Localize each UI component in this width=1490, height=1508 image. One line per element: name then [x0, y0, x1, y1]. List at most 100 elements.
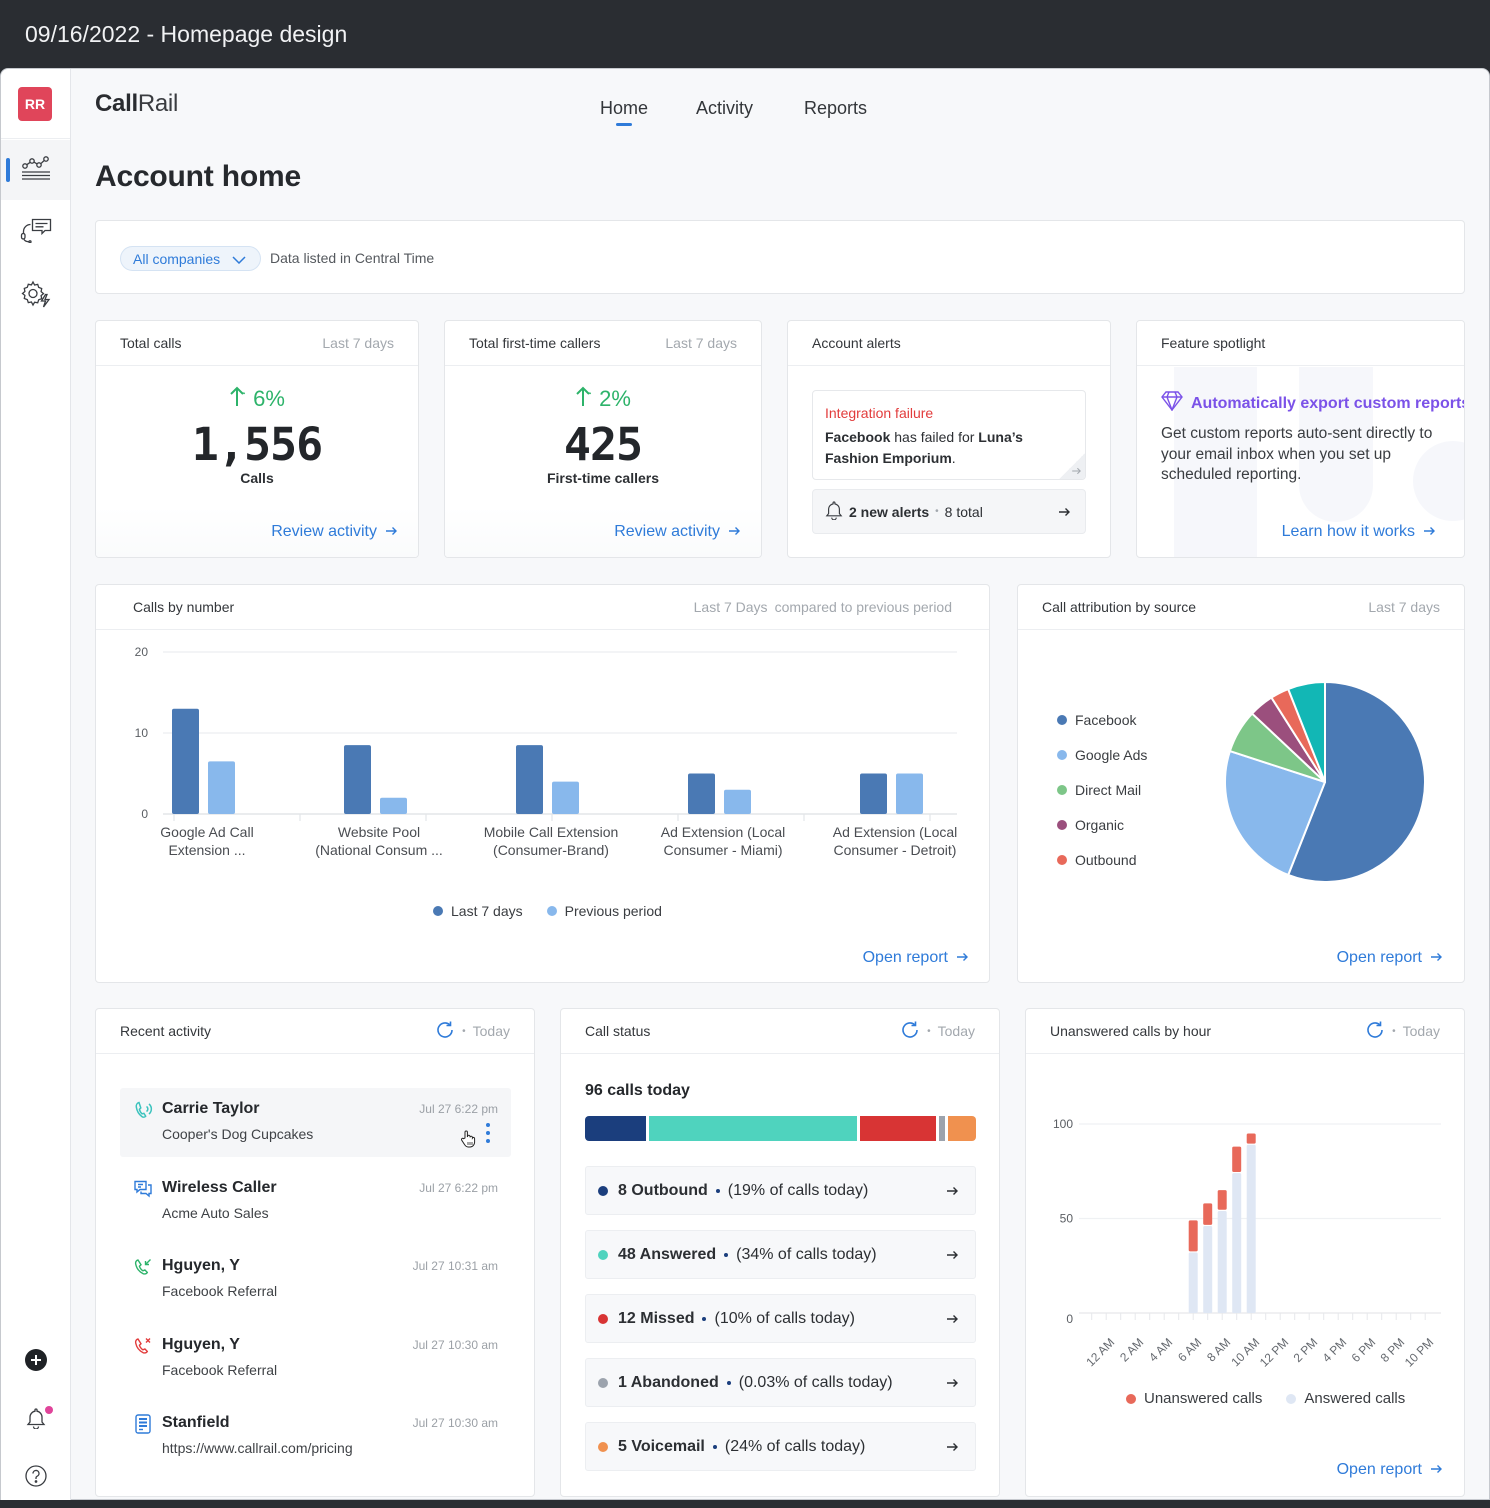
bar-previous-period-2[interactable] [552, 781, 579, 814]
sidebar-add-button[interactable] [1, 1332, 70, 1392]
status-dot [598, 1441, 608, 1452]
card-header: Total calls Last 7 days [96, 321, 418, 366]
refresh-icon[interactable] [900, 1020, 920, 1043]
refresh-icon[interactable] [1365, 1020, 1385, 1043]
arrow-up-icon [229, 385, 247, 413]
legend-item-outbound[interactable]: Outbound [1057, 842, 1147, 877]
activity-item[interactable]: Hguyen, Y Facebook Referral Jul 27 10:31… [120, 1245, 511, 1314]
company-select[interactable]: All companies [120, 246, 262, 271]
status-row-answered[interactable]: 48 Answered (34% of calls today) [585, 1230, 976, 1279]
legend-item-facebook[interactable]: Facebook [1057, 702, 1147, 737]
legend-item-previous-period[interactable]: Previous period [546, 903, 662, 919]
bar-unanswered-10-am[interactable] [1232, 1146, 1242, 1172]
status-bar-segment-voicemail[interactable] [947, 1116, 976, 1141]
bar-unanswered-11-am[interactable] [1246, 1133, 1256, 1144]
alert-end: . [951, 450, 956, 466]
legend-item-organic[interactable]: Organic [1057, 807, 1147, 842]
bar-previous-period-3[interactable] [724, 789, 751, 814]
x-category-label: Extension ... [168, 842, 245, 858]
legend-label: Answered calls [1304, 1390, 1406, 1407]
calls-today-summary: 96 calls today [585, 1082, 690, 1099]
bar-unanswered-9-am[interactable] [1217, 1190, 1227, 1210]
status-row-voicemail[interactable]: 5 Voicemail (24% of calls today) [585, 1422, 976, 1471]
alerts-summary-row[interactable]: 2 new alerts • 8 total [812, 489, 1086, 534]
bar-previous-period-1[interactable] [380, 797, 407, 814]
nav-tab-home[interactable]: Home [600, 96, 648, 126]
status-row-abandoned[interactable]: 1 Abandoned (0.03% of calls today) [585, 1358, 976, 1407]
avatar-initials: RR [24, 96, 46, 112]
y-tick-label: 10 [135, 726, 149, 740]
phone-ringing-icon [133, 1100, 153, 1120]
open-report-link[interactable]: Open report [1337, 949, 1443, 967]
legend-dot [433, 906, 443, 916]
bar-answered-10-am[interactable] [1232, 1173, 1242, 1313]
status-row-outbound[interactable]: 8 Outbound (19% of calls today) [585, 1166, 976, 1215]
activity-item[interactable]: Hguyen, Y Facebook Referral Jul 27 10:30… [120, 1324, 511, 1393]
legend-item-unanswered[interactable]: Unanswered calls [1126, 1390, 1262, 1407]
bar-unanswered-7-am[interactable] [1188, 1220, 1198, 1252]
y-tick-label: 20 [135, 645, 149, 659]
activity-item[interactable]: Carrie Taylor Cooper's Dog Cupcakes Jul … [120, 1088, 511, 1157]
user-avatar[interactable]: RR [18, 87, 52, 121]
bar-last-7-days-3[interactable] [688, 773, 715, 815]
legend-item-direct-mail[interactable]: Direct Mail [1057, 772, 1147, 807]
legend-item-google-ads[interactable]: Google Ads [1057, 737, 1147, 772]
refresh-icon[interactable] [435, 1020, 455, 1043]
legend-item-answered[interactable]: Answered calls [1286, 1390, 1405, 1407]
spotlight-body-line: your email inbox when you set up [1161, 445, 1392, 463]
sidebar-notifications-button[interactable] [1, 1390, 70, 1450]
separator-dot: • [935, 506, 939, 517]
bar-answered-8-am[interactable] [1203, 1226, 1213, 1313]
y-tick-label: 100 [1053, 1117, 1073, 1131]
open-report-link[interactable]: Open report [1337, 1461, 1443, 1479]
sidebar-item-settings[interactable] [1, 266, 70, 326]
bar-last-7-days-4[interactable] [860, 773, 887, 815]
activity-item[interactable]: Stanfield https://www.callrail.com/prici… [120, 1402, 511, 1471]
call-status-card: Call status • Today 96 calls today 8 Out… [560, 1008, 1000, 1497]
headset-chat-icon [20, 217, 52, 248]
status-bar-segment-outbound[interactable] [585, 1116, 646, 1141]
bar-last-7-days-0[interactable] [172, 708, 199, 814]
review-activity-link[interactable]: Review activity [614, 523, 741, 541]
open-report-link[interactable]: Open report [863, 949, 969, 967]
bar-last-7-days-1[interactable] [344, 745, 371, 814]
legend-label: Organic [1075, 816, 1125, 833]
bar-answered-11-am[interactable] [1246, 1144, 1256, 1313]
sidebar-help-button[interactable] [1, 1448, 70, 1508]
bar-unanswered-8-am[interactable] [1203, 1203, 1213, 1225]
status-bar-segment-answered[interactable] [648, 1116, 858, 1141]
status-bar-segment-abandoned[interactable] [938, 1116, 945, 1141]
bar-answered-7-am[interactable] [1188, 1252, 1198, 1313]
separator-dot [712, 1444, 717, 1449]
more-options-icon[interactable] [485, 1123, 491, 1143]
bar-previous-period-4[interactable] [896, 773, 923, 815]
legend-dot [1057, 819, 1067, 830]
bar-answered-9-am[interactable] [1217, 1210, 1227, 1313]
activity-item[interactable]: Wireless Caller Acme Auto Sales Jul 27 6… [120, 1167, 511, 1236]
card-header: Call attribution by source Last 7 days [1018, 585, 1464, 630]
chart-legend: Last 7 days Previous period [433, 903, 662, 919]
separator-dot [715, 1188, 720, 1193]
bar-previous-period-0[interactable] [208, 761, 235, 814]
legend-item-last-7-days[interactable]: Last 7 days [433, 903, 523, 919]
nav-tab-reports[interactable]: Reports [804, 96, 867, 120]
alert-item[interactable]: Integration failure Facebook has failed … [812, 390, 1086, 480]
sidebar-item-dashboard[interactable] [1, 140, 70, 200]
callrail-logo[interactable]: CallRail [95, 90, 178, 118]
status-share: (24% of calls today) [724, 1437, 866, 1455]
arrow-right-icon [729, 523, 741, 541]
sidebar-item-conversations[interactable] [1, 202, 70, 262]
status-row-missed[interactable]: 12 Missed (10% of calls today) [585, 1294, 976, 1343]
nav-tab-activity[interactable]: Activity [696, 96, 753, 120]
status-bar-segment-missed[interactable] [860, 1116, 936, 1141]
review-activity-link[interactable]: Review activity [271, 523, 398, 541]
logo-bold: Call [95, 90, 138, 117]
change-indicator: 2% [445, 385, 761, 413]
legend-label: Last 7 days [451, 903, 523, 919]
spotlight-headline[interactable]: Automatically export custom reports [1161, 391, 1464, 416]
learn-how-it-works-link[interactable]: Learn how it works [1282, 523, 1436, 541]
page-title: Account home [95, 160, 301, 193]
bar-last-7-days-2[interactable] [516, 745, 543, 814]
calls-by-number-chart: 0 10 20 Google Ad Call Extension ... Website … [135, 645, 958, 858]
kpi-value: 1,556 [191, 418, 323, 471]
